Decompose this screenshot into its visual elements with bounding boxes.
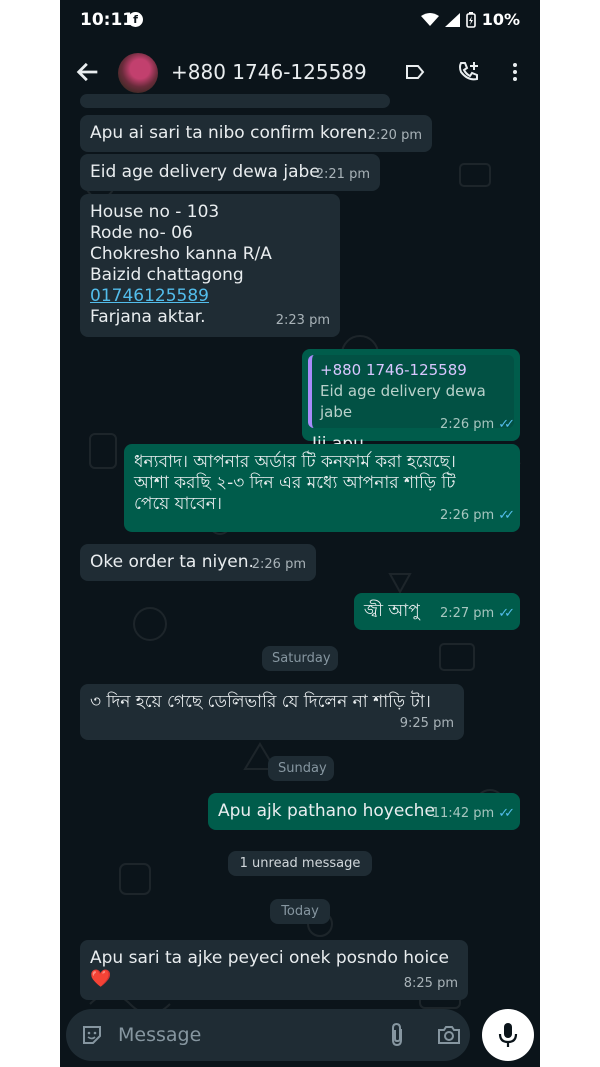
contact-avatar[interactable] <box>118 53 158 93</box>
address-line: Chokresho kanna R/A <box>90 244 272 264</box>
message-text: Apu sari ta ajke peyeci onek posndo hoic… <box>90 948 449 989</box>
message-time: 11:42 pm ✓✓ <box>431 803 515 824</box>
message-time: 2:27 pm ✓✓ <box>439 603 515 624</box>
read-ticks-icon: ✓✓ <box>498 806 515 821</box>
outgoing-message: জ্বী আপু 2:27 pm ✓✓ <box>354 593 520 630</box>
more-options-icon[interactable] <box>503 60 527 84</box>
status-right: 10% <box>420 10 520 29</box>
date-divider: Saturday <box>262 646 338 671</box>
signal-icon <box>444 12 460 27</box>
facebook-notification-icon: f <box>128 12 143 27</box>
incoming-message: Apu sari ta ajke peyeci onek posndo hoic… <box>80 940 468 1000</box>
outgoing-reply-message: +880 1746-125589 Eid age delivery dewa j… <box>302 349 520 454</box>
phone-number-link[interactable]: 01746125589 <box>90 286 330 307</box>
camera-icon[interactable] <box>436 1023 462 1047</box>
message-text: ধন্যবাদ। আপনার অর্ডার টি কনফার্ম করা হয়… <box>134 452 456 514</box>
date-divider: Today <box>270 899 330 924</box>
message-input-bar[interactable]: Message <box>66 1009 470 1061</box>
message-time: 2:23 pm <box>275 313 330 328</box>
message-text: ৩ দিন হয়ে গেছে ডেলিভারি যে দিলেন না শাড… <box>90 692 431 712</box>
sticker-icon[interactable] <box>80 1023 104 1047</box>
date-divider: Sunday <box>268 756 334 781</box>
message-time: 2:20 pm <box>367 128 422 143</box>
message-text: Oke order ta niyen. <box>90 552 254 572</box>
outgoing-message: ধন্যবাদ। আপনার অর্ডার টি কনফার্ম করা হয়… <box>124 444 520 532</box>
message-input[interactable]: Message <box>118 1024 201 1046</box>
back-arrow-icon[interactable] <box>74 58 102 86</box>
status-time: 10:11 <box>80 10 135 30</box>
outgoing-message: Apu ajk pathano hoyeche 11:42 pm ✓✓ <box>208 793 520 830</box>
contact-name[interactable]: +880 1746-125589 <box>171 60 367 84</box>
time-text: 11:42 pm <box>431 806 495 821</box>
read-ticks-icon: ✓✓ <box>498 417 515 432</box>
message-time: 2:26 pm ✓✓ <box>439 505 515 526</box>
quoted-sender: +880 1746-125589 <box>320 361 467 379</box>
unread-messages-divider: 1 unread message <box>228 851 372 876</box>
microphone-icon <box>498 1023 518 1047</box>
incoming-message: Apu ai sari ta nibo confirm koren. 2:20 … <box>80 115 432 152</box>
time-text: 2:26 pm <box>439 417 495 432</box>
message-text: জ্বী আপু <box>364 601 420 621</box>
read-ticks-icon: ✓✓ <box>498 508 515 523</box>
message-text: Apu ajk pathano hoyeche <box>218 801 435 821</box>
incoming-message: Oke order ta niyen. 2:26 pm <box>80 544 316 581</box>
status-bar: 10:11 f 10% <box>60 0 540 40</box>
previous-message-bubble <box>80 94 390 108</box>
message-time: 2:21 pm <box>315 167 370 182</box>
label-icon[interactable] <box>403 60 427 84</box>
incoming-message: ৩ দিন হয়ে গেছে ডেলিভারি যে দিলেন না শাড… <box>80 684 464 740</box>
address-line: Baizid chattagong <box>90 265 244 285</box>
message-time: 2:26 pm <box>251 557 306 572</box>
battery-icon <box>465 11 476 28</box>
message-text: Apu ai sari ta nibo confirm koren. <box>90 123 373 143</box>
voice-message-button[interactable] <box>482 1009 534 1061</box>
battery-percent: 10% <box>481 10 520 29</box>
attach-icon[interactable] <box>386 1022 408 1048</box>
add-call-icon[interactable] <box>456 60 480 84</box>
address-line: Rode no- 06 <box>90 223 193 243</box>
incoming-message: Eid age delivery dewa jabe 2:21 pm <box>80 154 380 191</box>
read-ticks-icon: ✓✓ <box>498 606 515 621</box>
time-text: 2:27 pm <box>439 606 495 621</box>
message-time: 9:25 pm <box>399 716 454 731</box>
wifi-icon <box>420 12 439 26</box>
incoming-message-address: House no - 103 Rode no- 06 Chokresho kan… <box>80 194 340 337</box>
message-time: 8:25 pm <box>403 976 458 991</box>
message-text: Eid age delivery dewa jabe <box>90 162 320 182</box>
time-text: 2:26 pm <box>439 508 495 523</box>
message-time: 2:26 pm ✓✓ <box>439 414 515 435</box>
chat-screen: 10:11 f 10% +880 1746-125589 Apu ai sari… <box>60 0 540 1067</box>
address-line: House no - 103 <box>90 202 220 222</box>
